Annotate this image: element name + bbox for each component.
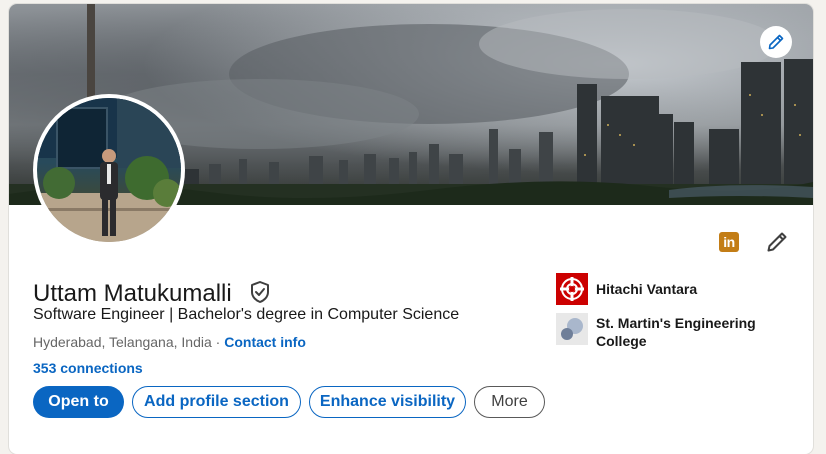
- open-to-button[interactable]: Open to: [33, 386, 124, 418]
- connections-link[interactable]: 353 connections: [33, 359, 143, 377]
- more-button[interactable]: More: [474, 386, 545, 418]
- location-text: Hyderabad, Telangana, India: [33, 334, 212, 350]
- person-photo: [37, 98, 181, 242]
- enhance-visibility-button[interactable]: Enhance visibility: [309, 386, 466, 418]
- verified-icon[interactable]: [249, 280, 271, 308]
- profile-headline: Software Engineer | Bachelor's degree in…: [33, 306, 460, 323]
- edit-intro-button[interactable]: [765, 230, 789, 254]
- college-logo: [556, 313, 588, 345]
- separator: ·: [215, 334, 221, 350]
- linkedin-badge-icon[interactable]: in: [719, 232, 739, 252]
- pencil-icon: [767, 232, 787, 252]
- education-college[interactable]: St. Martin's Engineering College: [556, 313, 756, 350]
- experience-hitachi[interactable]: Hitachi Vantara: [556, 273, 697, 305]
- education-name: St. Martin's Engineering College: [596, 315, 756, 349]
- contact-info-link[interactable]: Contact info: [224, 334, 306, 350]
- shield-check-icon: [251, 281, 269, 303]
- experience-name: Hitachi Vantara: [596, 281, 698, 297]
- pencil-icon: [768, 34, 784, 50]
- hitachi-logo: [556, 273, 588, 305]
- profile-photo[interactable]: [33, 94, 185, 246]
- profile-card: in Uttam Matukumalli Software Engineer |…: [9, 4, 813, 454]
- edit-cover-button[interactable]: [760, 26, 792, 58]
- location-line: Hyderabad, Telangana, India · Contact in…: [33, 333, 306, 351]
- add-profile-section-button[interactable]: Add profile section: [132, 386, 301, 418]
